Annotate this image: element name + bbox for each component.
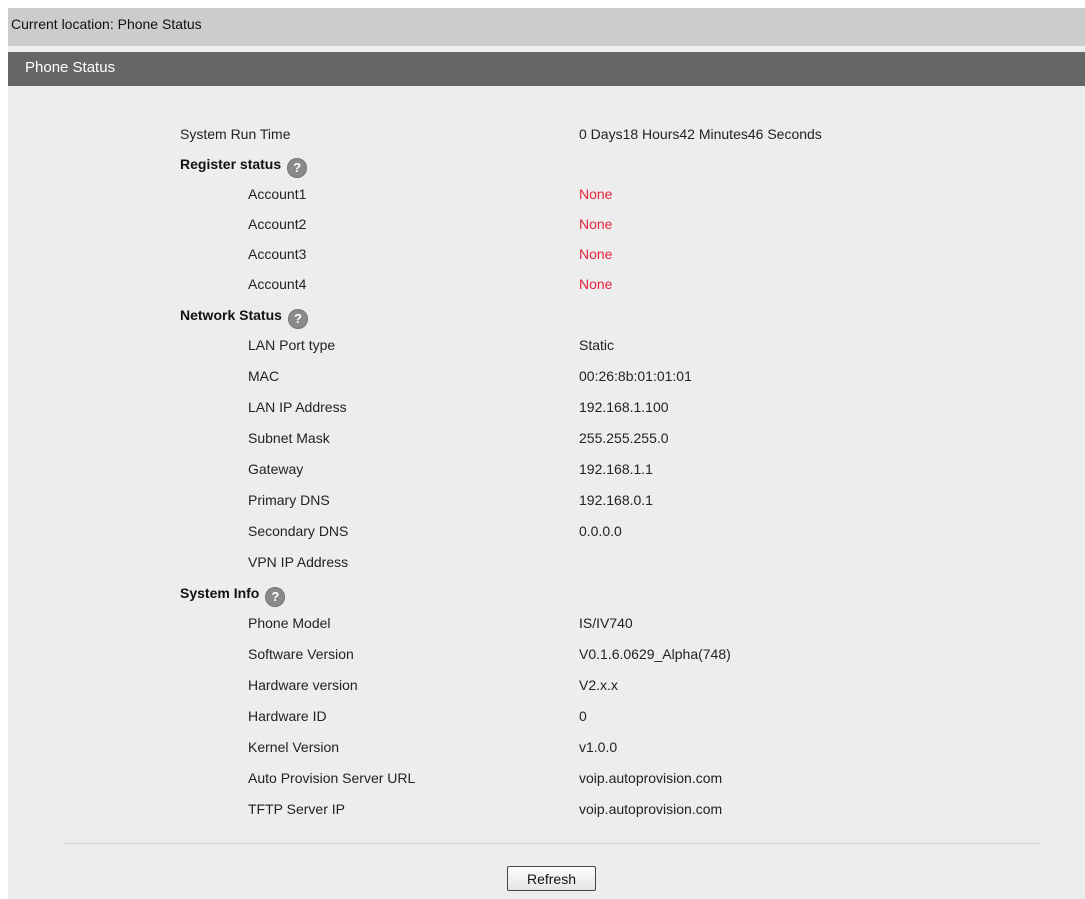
register-status-heading: Register status? [180, 149, 308, 179]
secondary-dns-value: 0.0.0.0 [579, 523, 622, 539]
question-icon[interactable]: ? [287, 158, 308, 178]
tftp-server-ip-value: voip.autoprovision.com [579, 801, 723, 817]
lan-port-type-label: LAN Port type [248, 337, 336, 353]
phone-model-value: IS/IV740 [579, 615, 633, 631]
current-location-text: Current location: Phone Status [11, 16, 202, 32]
auto-provision-url-value: voip.autoprovision.com [579, 770, 723, 786]
secondary-dns-label: Secondary DNS [248, 523, 349, 539]
primary-dns-value: 192.168.0.1 [579, 492, 653, 508]
auto-provision-url-label: Auto Provision Server URL [248, 770, 416, 786]
lan-ip-value: 192.168.1.100 [579, 399, 669, 415]
question-icon[interactable]: ? [287, 309, 308, 329]
account4-label: Account4 [248, 276, 307, 292]
account3-label: Account3 [248, 246, 307, 262]
software-version-value: V0.1.6.0629_Alpha(748) [579, 646, 731, 662]
account1-status: None [579, 186, 613, 202]
network-status-title: Network Status [180, 307, 282, 323]
tftp-server-ip-label: TFTP Server IP [248, 801, 345, 817]
subnet-mask-value: 255.255.255.0 [579, 430, 669, 446]
system-run-time-label: System Run Time [180, 126, 291, 142]
account3-status: None [579, 246, 613, 262]
mac-value: 00:26:8b:01:01:01 [579, 368, 692, 384]
system-info-title: System Info [180, 585, 260, 601]
account2-status: None [579, 216, 613, 232]
kernel-version-label: Kernel Version [248, 739, 340, 755]
subnet-mask-label: Subnet Mask [248, 430, 330, 446]
account2-label: Account2 [248, 216, 307, 232]
current-location-bar: Current location: Phone Status [8, 8, 1085, 46]
kernel-version-value: v1.0.0 [579, 739, 618, 755]
system-info-heading: System Info? [180, 578, 286, 608]
system-run-time-value: 0 Days18 Hours42 Minutes46 Seconds [579, 126, 822, 142]
network-status-heading: Network Status? [180, 300, 308, 330]
account1-label: Account1 [248, 186, 307, 202]
hardware-version-value: V2.x.x [579, 677, 618, 693]
register-status-title: Register status [180, 156, 282, 172]
hardware-id-value: 0 [579, 708, 587, 724]
lan-port-type-value: Static [579, 337, 615, 353]
mac-label: MAC [248, 368, 280, 384]
gateway-label: Gateway [248, 461, 304, 477]
phone-status-page: Current location: Phone Status Phone Sta… [8, 8, 1085, 899]
software-version-label: Software Version [248, 646, 354, 662]
hardware-id-label: Hardware ID [248, 708, 327, 724]
lan-ip-label: LAN IP Address [248, 399, 347, 415]
gateway-value: 192.168.1.1 [579, 461, 653, 477]
question-icon[interactable]: ? [265, 587, 286, 607]
phone-model-label: Phone Model [248, 615, 331, 631]
account4-status: None [579, 276, 613, 292]
section-title: Phone Status [25, 59, 116, 76]
refresh-button[interactable]: Refresh [507, 866, 596, 891]
primary-dns-label: Primary DNS [248, 492, 330, 508]
footer-divider [63, 843, 1040, 844]
hardware-version-label: Hardware version [248, 677, 358, 693]
vpn-ip-label: VPN IP Address [248, 554, 349, 570]
section-header-phone-status: Phone Status [8, 52, 1085, 86]
